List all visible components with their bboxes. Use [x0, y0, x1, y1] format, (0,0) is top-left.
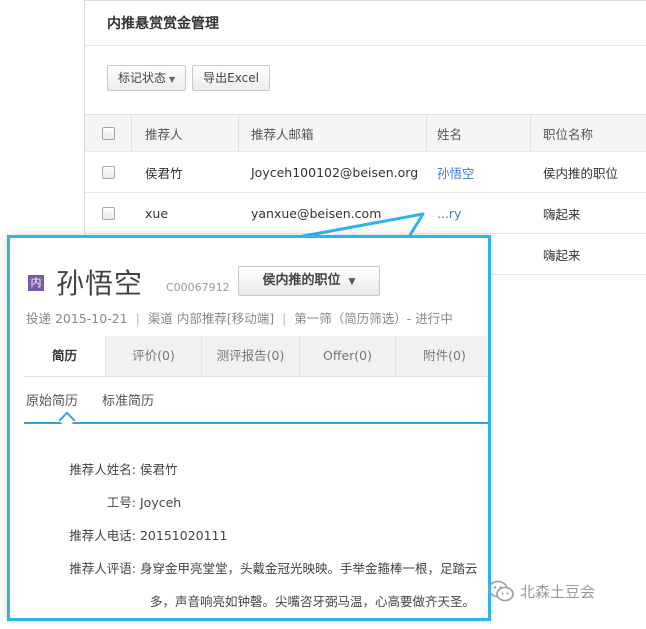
caret-down-icon: ▼: [348, 277, 356, 287]
header-position: 职位名称: [543, 126, 594, 142]
subtab-underline: [24, 422, 488, 424]
watermark: 北森土豆会: [488, 580, 595, 602]
subtab-standard-resume[interactable]: 标准简历: [102, 390, 154, 409]
job-position-label: 侯内推的职位: [262, 273, 341, 288]
header-referrer: 推荐人: [131, 115, 239, 151]
detail-tabs: 简历 评价(0) 测评报告(0) Offer(0) 附件(0): [24, 336, 488, 377]
divider: [85, 45, 646, 46]
field-value: 20151020111: [139, 528, 228, 543]
panel-title: 内推悬赏赏金管理: [107, 16, 219, 32]
cell-position: 嗨起来: [543, 206, 581, 222]
resume-subtabs: 原始简历 标准简历: [26, 390, 154, 409]
mark-status-dropdown[interactable]: 标记状态 ▼: [107, 65, 187, 91]
field-referrer-name: 推荐人姓名: 侯君竹: [10, 459, 178, 478]
candidate-name-link[interactable]: ...ry: [427, 193, 531, 233]
candidate-id: C00067912: [166, 281, 230, 294]
cell-position: 侯内推的职位: [543, 165, 619, 181]
wechat-icon: [488, 580, 514, 602]
field-label: 推荐人姓名:: [69, 462, 136, 477]
field-employee-id: 工号: Joyceh: [10, 492, 181, 511]
active-subtab-indicator: [58, 411, 76, 429]
row-select-cell: [85, 193, 131, 233]
mark-status-label: 标记状态: [118, 71, 167, 85]
comment-continued: 多，声音响亮如钟磬。尖嘴咨牙弼马温，心高要做齐天圣。: [150, 594, 476, 609]
job-position-dropdown[interactable]: 侯内推的职位 ▼: [238, 266, 380, 296]
watermark-text: 北森土豆会: [520, 582, 596, 601]
header-name: 姓名: [427, 115, 531, 151]
subtab-original-resume[interactable]: 原始简历: [26, 390, 78, 409]
header-referrer-email: 推荐人邮箱: [239, 115, 427, 151]
application-stage: 第一筛（简历筛选）- 进行中: [294, 311, 453, 326]
tab-assessment-report[interactable]: 测评报告(0): [202, 336, 300, 376]
cell-email: Joyceh100102@beisen.org: [251, 164, 419, 180]
meta-separator: |: [282, 311, 287, 326]
cell-email: yanxue@beisen.com: [251, 205, 382, 221]
internal-referral-badge: 内: [28, 275, 44, 291]
applied-date: 投递 2015-10-21: [26, 311, 128, 326]
cell-referrer: xue: [145, 205, 169, 221]
candidate-detail-callout: 内 孙悟空 C00067912 侯内推的职位 ▼ 投递 2015-10-21 | 渠道…: [7, 235, 491, 621]
row-select-cell: [85, 152, 131, 192]
export-excel-button[interactable]: 导出Excel: [192, 65, 270, 91]
field-label: 推荐人电话:: [69, 528, 136, 543]
select-all-cell: [85, 115, 132, 151]
tab-evaluation[interactable]: 评价(0): [106, 336, 202, 376]
tab-attachments[interactable]: 附件(0): [396, 336, 488, 376]
field-value: 身穿金甲亮堂堂，头戴金冠光映映。手举金箍棒一根，足踏云: [139, 561, 478, 576]
table-header: 推荐人 推荐人邮箱 姓名 职位名称: [85, 114, 646, 152]
field-referrer-comment: 推荐人评语: 身穿金甲亮堂堂，头戴金冠光映映。手举金箍棒一根，足踏云: [10, 558, 478, 577]
toolbar: 标记状态 ▼ 导出Excel: [107, 65, 270, 91]
field-referrer-phone: 推荐人电话: 20151020111: [10, 525, 227, 544]
meta-separator: |: [135, 311, 140, 326]
table-row: 侯君竹 Joyceh100102@beisen.org 孙悟空 侯内推的职位: [85, 152, 646, 193]
cell-referrer: 侯君竹: [145, 165, 183, 181]
tab-offer[interactable]: Offer(0): [300, 336, 396, 376]
field-label: 工号:: [106, 495, 136, 510]
application-meta: 投递 2015-10-21 | 渠道 内部推荐[移动端] | 第一筛（简历筛选）- 进行…: [26, 308, 453, 327]
row-checkbox[interactable]: [101, 206, 115, 220]
table-row: xue yanxue@beisen.com ...ry 嗨起来: [85, 193, 646, 234]
field-value: Joyceh: [139, 495, 182, 510]
caret-down-icon: ▼: [169, 75, 176, 84]
field-value: 侯君竹: [139, 462, 178, 477]
candidate-name-link[interactable]: 孙悟空: [427, 152, 531, 192]
candidate-name: 孙悟空: [56, 267, 144, 300]
select-all-checkbox[interactable]: [101, 126, 115, 140]
cell-position: 嗨起来: [543, 247, 581, 263]
field-label: 推荐人评语:: [69, 561, 136, 576]
row-checkbox[interactable]: [101, 165, 115, 179]
tab-resume[interactable]: 简历: [24, 336, 106, 376]
application-channel: 渠道 内部推荐[移动端]: [147, 311, 275, 326]
